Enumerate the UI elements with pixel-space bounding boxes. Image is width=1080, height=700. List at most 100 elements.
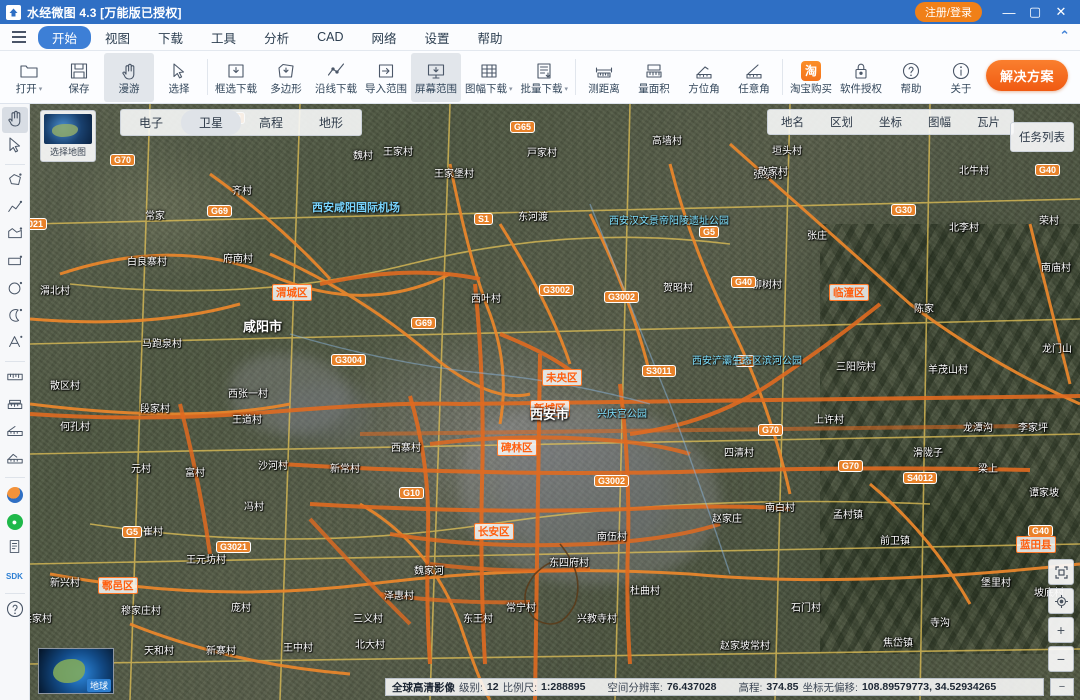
ribbon-lock-license-button[interactable]: 软件授权 <box>836 53 886 102</box>
ribbon-toolbar: 打开 ▾ 保存 漫游 选择 框选下载 多边形 沿线下载 导入范围 屏幕范围 图幅下载 ▾ 批量下载 ▾ 测距… <box>0 51 1080 104</box>
rect-download-icon <box>226 60 246 82</box>
area-tool-icon <box>6 225 24 248</box>
ribbon-rect-download-button[interactable]: 框选下载 <box>211 53 261 102</box>
ribbon-help-question-button[interactable]: 帮助 <box>886 53 936 102</box>
rail-circle-tool-button[interactable] <box>2 277 28 303</box>
basemap-selector[interactable]: 选择地图 <box>40 110 96 162</box>
overlay-tab-3[interactable]: 图幅 <box>915 110 964 134</box>
rail-polyline-tool-button[interactable] <box>2 196 28 222</box>
map-canvas[interactable]: 魏村 王家村 戸家村 高墙村 垣头村 北牛村 张家村 敬家村 齐村 王家堡村 常家 张庄 北李村 荣村 东河… <box>30 104 1080 700</box>
ribbon-sheet-download-button[interactable]: 图幅下载 ▾ <box>461 53 517 102</box>
menu-item-4[interactable]: 分析 <box>250 25 303 50</box>
ribbon-measure-area-button[interactable]: 量面积 <box>629 53 679 102</box>
overlay-tab-2[interactable]: 坐标 <box>866 110 915 134</box>
sdk-icon: SDK <box>6 571 23 581</box>
rail-measure-slope-button[interactable] <box>2 420 28 446</box>
close-button[interactable]: ✕ <box>1048 1 1074 23</box>
globe-label: 地球 <box>86 679 111 692</box>
chevron-down-icon[interactable]: ▾ <box>509 85 513 93</box>
rail-pan-hand-button[interactable] <box>1 107 28 133</box>
rail-separator <box>4 593 25 594</box>
zoom-out-icon[interactable]: − <box>1048 646 1074 672</box>
ribbon-measure-distance-button[interactable]: 测距离 <box>579 53 629 102</box>
layer-tab-1[interactable]: 卫星 <box>181 110 242 135</box>
ribbon-screen-range-button[interactable]: 屏幕范围 <box>411 52 461 102</box>
rail-measure-profile-button[interactable] <box>2 447 28 473</box>
rail-measure-ruler-button[interactable] <box>2 366 28 392</box>
ribbon-azimuth-button[interactable]: 方位角 <box>679 53 729 102</box>
ribbon-cursor-arrow-button[interactable]: 选择 <box>154 53 204 102</box>
rail-polygon-tool-button[interactable] <box>2 169 28 195</box>
menu-item-6[interactable]: 网络 <box>357 25 410 50</box>
fullscreen-icon[interactable] <box>1048 559 1074 585</box>
marker-green-icon: ● <box>6 514 23 530</box>
ribbon-save-disk-button[interactable]: 保存 <box>54 53 104 102</box>
ribbon-button-label: 屏幕范围 <box>415 82 457 95</box>
polyline-download-icon <box>326 60 346 82</box>
rail-rectangle-tool-button[interactable] <box>2 250 28 276</box>
rail-measure-area-ruler-button[interactable] <box>2 393 28 419</box>
layer-tab-0[interactable]: 电子 <box>121 110 181 135</box>
rail-globe-sphere-button[interactable] <box>2 482 28 508</box>
zoom-in-icon[interactable]: + <box>1048 617 1074 643</box>
ribbon-import-range-button[interactable]: 导入范围 <box>361 53 411 102</box>
layer-tab-3[interactable]: 地形 <box>301 110 361 135</box>
task-list-button[interactable]: 任务列表 <box>1010 122 1074 152</box>
ribbon-pan-hand-button[interactable]: 漫游 <box>104 52 154 102</box>
menu-item-7[interactable]: 设置 <box>411 25 464 50</box>
rail-area-tool-button[interactable] <box>2 223 28 249</box>
road-network <box>30 104 1080 700</box>
chevron-down-icon[interactable]: ▾ <box>565 85 569 93</box>
ribbon-polygon-download-button[interactable]: 多边形 <box>261 53 311 102</box>
status-resolution-key: 空间分辨率: <box>607 681 663 694</box>
login-button[interactable]: 注册/登录 <box>914 2 982 22</box>
layer-tabs: 电子 卫星 高程 地形 <box>120 109 363 136</box>
rail-arc-tool-button[interactable] <box>2 304 28 330</box>
rail-separator <box>4 361 25 362</box>
globe-thumbnail[interactable]: 地球 <box>38 648 114 694</box>
minimize-button[interactable]: — <box>996 1 1022 23</box>
rail-text-tool-button[interactable] <box>2 331 28 357</box>
solution-button[interactable]: 解决方案 <box>985 60 1068 91</box>
rail-document-button[interactable] <box>2 536 28 562</box>
polygon-download-icon <box>276 60 296 82</box>
ribbon-polyline-download-button[interactable]: 沿线下载 <box>311 53 361 102</box>
status-elevation-value: 374.85 <box>766 681 799 693</box>
menu-item-8[interactable]: 帮助 <box>464 25 517 50</box>
overlay-tab-4[interactable]: 瓦片 <box>964 110 1013 134</box>
arc-tool-icon <box>6 306 24 329</box>
menu-item-3[interactable]: 工具 <box>197 25 250 50</box>
ribbon-free-angle-button[interactable]: 任意角 <box>729 53 779 102</box>
measure-distance-icon <box>594 60 614 82</box>
status-collapse-button[interactable]: − <box>1050 678 1074 696</box>
ribbon-about-info-button[interactable]: 关于 <box>936 53 986 102</box>
overlay-tab-1[interactable]: 区划 <box>817 110 866 134</box>
ribbon-folder-open-button[interactable]: 打开 ▾ <box>4 53 54 102</box>
rail-sdk-button[interactable]: SDK <box>2 563 28 589</box>
azimuth-icon <box>694 60 714 82</box>
status-scale-key: 比例尺: <box>502 681 538 694</box>
ribbon-button-label: 批量下载 <box>520 82 563 95</box>
ribbon-batch-download-button[interactable]: 批量下载 ▾ <box>517 53 573 102</box>
ribbon-collapse-icon[interactable]: ⌃ <box>1059 28 1070 44</box>
ribbon-button-label: 任意角 <box>738 82 770 95</box>
locate-target-icon[interactable] <box>1048 588 1074 614</box>
chevron-down-icon[interactable]: ▾ <box>39 85 43 93</box>
text-tool-icon <box>6 333 24 356</box>
rail-marker-green-button[interactable]: ● <box>2 509 28 535</box>
overlay-tab-0[interactable]: 地名 <box>768 110 817 134</box>
menu-item-2[interactable]: 下载 <box>144 25 197 50</box>
ribbon-button-label: 选择 <box>168 82 190 95</box>
ribbon-button-label: 图幅下载 <box>465 82 507 95</box>
rail-cursor-arrow-button[interactable] <box>2 134 28 160</box>
rail-help-question-button[interactable] <box>2 598 28 624</box>
basemap-label: 选择地图 <box>49 147 86 157</box>
menu-item-0[interactable]: 开始 <box>38 25 92 49</box>
map-overlay-tabs: 地名 区划 坐标 图幅 瓦片 <box>767 109 1014 135</box>
layer-tab-2[interactable]: 高程 <box>241 110 301 135</box>
menu-item-1[interactable]: 视图 <box>91 25 144 50</box>
menu-item-5[interactable]: CAD <box>303 27 357 47</box>
maximize-button[interactable]: ▢ <box>1022 1 1048 23</box>
ribbon-taobao-button[interactable]: 淘淘宝购买 <box>786 53 836 102</box>
hamburger-icon[interactable] <box>6 31 32 43</box>
